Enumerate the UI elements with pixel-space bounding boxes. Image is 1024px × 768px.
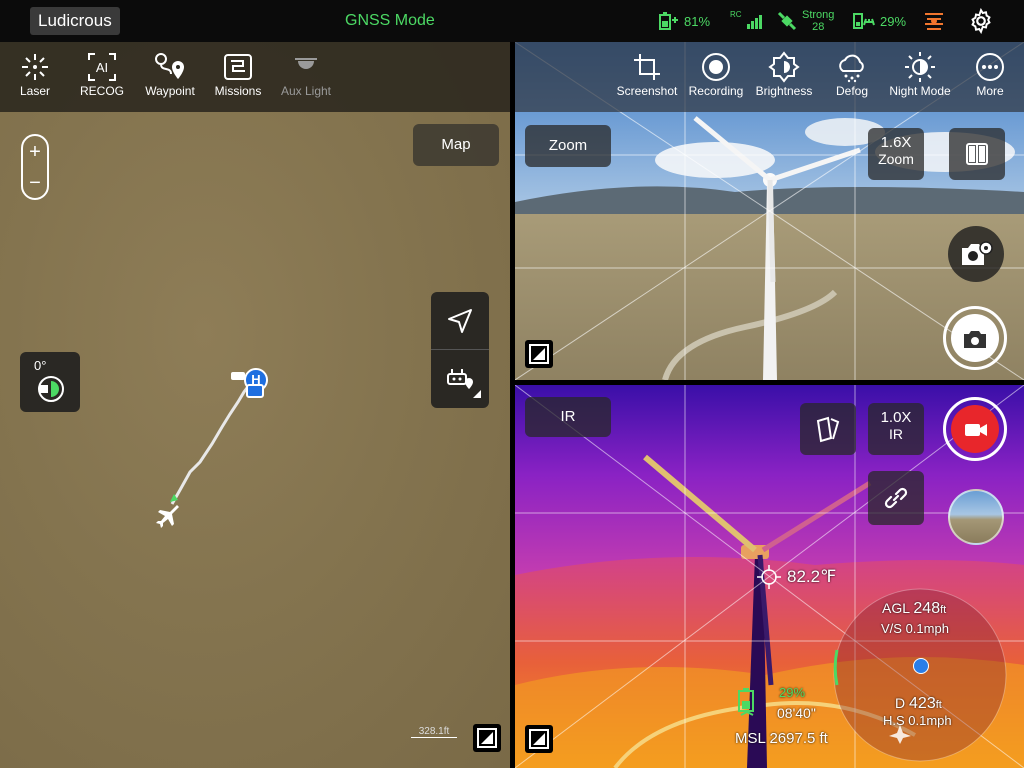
night-mode-icon[interactable] [904, 51, 936, 83]
spot-temperature: 82.2℉ [787, 567, 837, 586]
remote-controller-battery-icon [853, 13, 875, 29]
link-view-button[interactable] [868, 471, 924, 525]
hud-battery-value: 29% [779, 685, 806, 700]
ir-zoom-label: IR [889, 426, 903, 442]
link-icon[interactable] [882, 484, 910, 512]
distance-value: 423 [909, 695, 936, 712]
map-expand-button[interactable] [473, 724, 501, 752]
night-mode-tool[interactable]: Night Mode [883, 50, 957, 98]
brightness-tool[interactable]: Brightness [751, 50, 817, 98]
more-tool[interactable]: More [965, 50, 1015, 98]
brightness-label: Brightness [755, 84, 813, 98]
defog-tool[interactable]: Defog [825, 50, 879, 98]
settings-gear-icon[interactable] [968, 7, 994, 39]
defog-label: Defog [835, 84, 869, 98]
camera-toolbar: Screenshot Recording Brightness Defog Ni… [515, 42, 1024, 112]
record-icon[interactable] [701, 52, 731, 82]
agl-unit: ft [940, 604, 947, 616]
visual-expand-button[interactable] [525, 340, 553, 368]
drone-battery-icon [659, 12, 678, 30]
status-bar: Ludicrous GNSS Mode 81% RC Strong 28 29% [0, 0, 1024, 42]
expand-icon[interactable] [525, 340, 553, 368]
visual-camera-view[interactable]: Screenshot Recording Brightness Defog Ni… [515, 42, 1024, 380]
rc-signal-icon [746, 15, 762, 29]
rc-battery-value: 29% [880, 13, 907, 29]
home-direction-icon [913, 658, 929, 674]
screenshot-label: Screenshot [616, 84, 678, 98]
video-camera-icon[interactable] [964, 422, 988, 438]
camera-settings-icon[interactable] [960, 239, 994, 269]
expand-icon[interactable] [525, 725, 553, 753]
video-record-button[interactable] [943, 397, 1007, 461]
drone-location-icon [231, 372, 245, 380]
ir-expand-button[interactable] [525, 725, 553, 753]
gps-status: Strong 28 [776, 8, 834, 34]
satellite-count: 28 [812, 21, 825, 33]
gallery-thumbnail[interactable] [948, 489, 1004, 545]
altitude-readout: AGL 248ft [882, 600, 946, 618]
controller-location-marker[interactable] [246, 384, 264, 398]
split-view-icon[interactable] [965, 142, 989, 166]
ir-mode-button[interactable]: IR [525, 397, 611, 437]
ir-zoom-indicator[interactable]: 1.0X IR [868, 403, 924, 455]
brightness-icon[interactable] [768, 51, 800, 83]
signal-strength-label: Strong [802, 9, 835, 21]
recording-label: Recording [688, 84, 744, 98]
zoom-level-indicator[interactable]: 1.6X Zoom [868, 128, 924, 180]
distance-label: D [895, 695, 906, 711]
camera-settings-button[interactable] [948, 226, 1004, 282]
hud-battery-icon [737, 687, 761, 726]
more-icon[interactable] [975, 52, 1005, 82]
rc-battery-status: 29% [852, 8, 906, 34]
map-scale: 328.1ft [411, 726, 457, 738]
satellite-icon [777, 11, 797, 31]
zoom-mode-button[interactable]: Zoom [525, 125, 611, 167]
obstacle-avoidance-icon[interactable] [922, 9, 946, 33]
flight-mode-chip[interactable]: Ludicrous [30, 7, 120, 35]
drone-battery-status: 81% [658, 8, 710, 34]
expand-icon[interactable] [473, 724, 501, 752]
photo-capture-button[interactable] [943, 306, 1007, 370]
gnss-mode-label: GNSS Mode [345, 12, 435, 29]
rc-label: RC [730, 9, 742, 19]
split-view-button[interactable] [949, 128, 1005, 180]
ir-palette-button[interactable] [800, 403, 856, 455]
flight-path [170, 383, 252, 505]
defog-icon[interactable] [835, 51, 869, 83]
distance-unit: ft [935, 699, 942, 711]
zoom-level-label: Zoom [878, 151, 914, 167]
vertical-speed: V/S 0.1mph [881, 621, 949, 636]
rc-signal-status: RC [730, 8, 764, 34]
map-panel[interactable]: Laser AI RECOG Waypoint Missions Aux Lig… [0, 42, 510, 768]
agl-label: AGL [882, 600, 910, 616]
msl-altitude: MSL 2697.5 ft [735, 730, 828, 747]
recording-tool[interactable]: Recording [681, 50, 751, 98]
zoom-level-value: 1.6X [880, 134, 912, 151]
flight-time: 08'40" [777, 705, 816, 721]
screenshot-tool[interactable]: Screenshot [613, 50, 681, 98]
night-mode-label: Night Mode [889, 84, 951, 98]
camera-shutter-icon[interactable] [963, 329, 987, 349]
distance-readout: D 423ft [895, 695, 942, 713]
color-palette-icon[interactable] [814, 415, 842, 443]
more-label: More [976, 84, 1004, 98]
obstacle-avoidance-status[interactable] [922, 8, 946, 34]
agl-value: 248 [913, 600, 941, 617]
crop-icon[interactable] [632, 52, 662, 82]
aircraft-attitude-icon [887, 723, 913, 750]
ir-zoom-value: 1.0X [880, 409, 912, 426]
ir-camera-view[interactable]: IR 1.0X IR 82.2℉ AGL 248ft V/S 0.1mph D … [515, 385, 1024, 768]
aircraft-marker-icon[interactable] [156, 504, 182, 535]
drone-battery-value: 81% [684, 13, 711, 29]
